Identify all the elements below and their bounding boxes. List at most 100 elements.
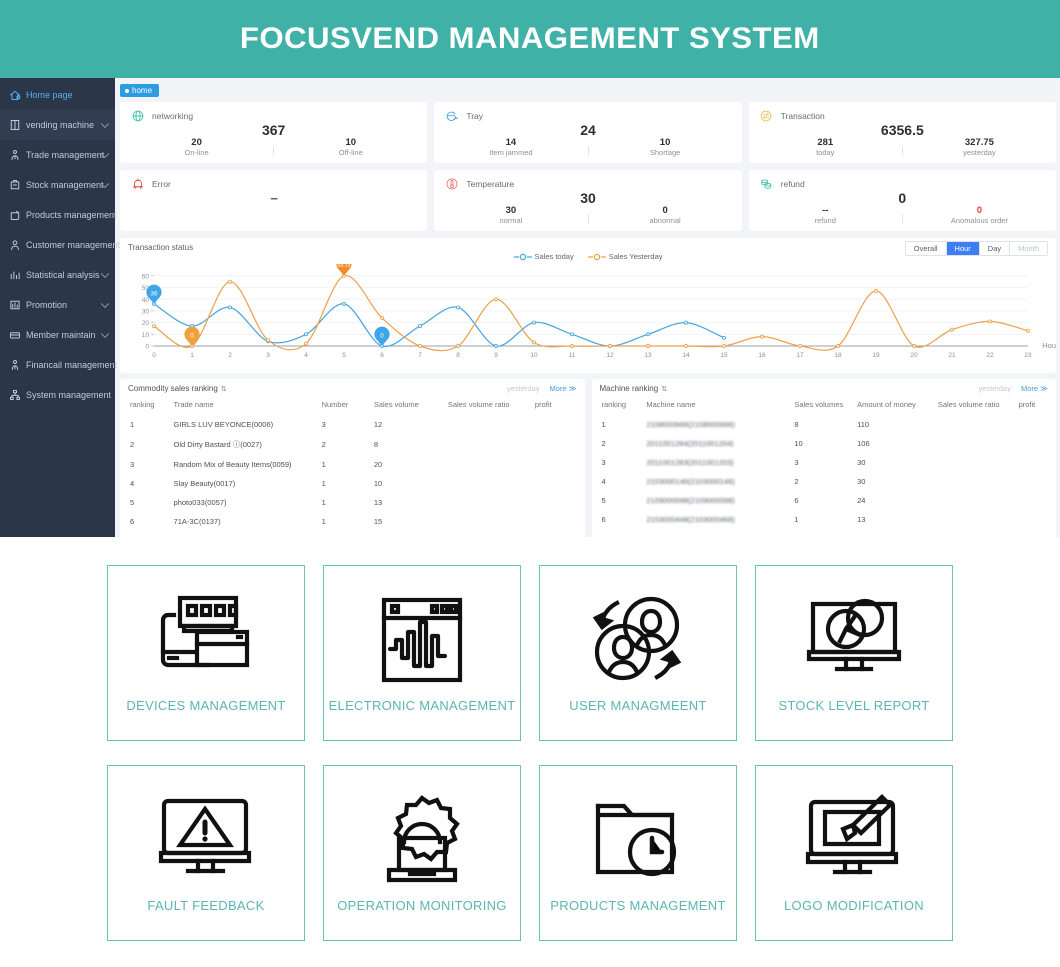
- table-cell: [1017, 491, 1048, 510]
- table-row[interactable]: 1 GIRLS LUV BEYONCE(0006) 3 12: [128, 415, 577, 434]
- table-cell: 20: [373, 460, 383, 469]
- legend-item-sales-yesterday[interactable]: Sales Yesterday: [587, 252, 663, 261]
- member-icon: [8, 329, 21, 342]
- stat-card-temperature[interactable]: Temperature 30 30 normal 0 abnormal: [434, 170, 742, 231]
- legend-marker-icon: [587, 253, 606, 260]
- table-cell: 24: [857, 496, 866, 505]
- table-cell: photo033(0057): [173, 498, 227, 507]
- shortcut-card-products-management[interactable]: PRODUCTS MANAGEMENT: [539, 765, 737, 941]
- svg-text:16: 16: [758, 352, 766, 359]
- table-cell: 1: [130, 420, 135, 429]
- table-row[interactable]: 5 photo033(0057) 1 13: [128, 493, 577, 512]
- devices-icon: [152, 582, 260, 698]
- table-cell: [1017, 453, 1048, 472]
- table-row[interactable]: 2 Old Dirty Bastard ⓘ(0027) 2 8: [128, 434, 577, 455]
- shortcut-card-electronic-management[interactable]: ELECTRONIC MANAGEMENT: [323, 565, 521, 741]
- table-row[interactable]: 3 Random Mix of Beauty Items(0059) 1 20: [128, 455, 577, 474]
- sidebar-item-stock-management[interactable]: Stock management: [0, 170, 115, 200]
- shortcut-card-operation-monitoring[interactable]: OPERATION MONITORING: [323, 765, 521, 941]
- shortcut-card-fault-feedback[interactable]: FAULT FEEDBACK: [107, 765, 305, 941]
- sidebar-item-home-page[interactable]: Home page: [0, 80, 115, 110]
- machine-yesterday-filter[interactable]: yesterday: [978, 384, 1011, 393]
- sidebar-item-system-management[interactable]: System management: [0, 380, 115, 410]
- svg-text:0: 0: [380, 332, 384, 339]
- machine-table-title: Machine ranking: [599, 384, 659, 393]
- table-cell: [936, 415, 1017, 434]
- customer-icon: [8, 239, 21, 252]
- machine-more-link[interactable]: More ≫: [1021, 384, 1048, 393]
- table-row[interactable]: 6 71A-3C(0137) 1 15: [128, 512, 577, 531]
- tab-home[interactable]: home: [120, 84, 160, 97]
- stat-card-error[interactable]: Error --: [120, 170, 428, 231]
- stat-card-transaction[interactable]: Transaction 6356.5 281 today 327.75 yest…: [748, 102, 1056, 163]
- shortcut-card-logo-modification[interactable]: LOGO MODIFICATION: [755, 765, 953, 941]
- table-row[interactable]: 5 2109000098(2109000098) 6 24: [600, 491, 1049, 510]
- shortcut-card-devices-management[interactable]: DEVICES MANAGEMENT: [107, 565, 305, 741]
- commodity-yesterday-filter[interactable]: yesterday: [507, 384, 540, 393]
- stat-card-refund[interactable]: refund 0 -- refund 0 Anomalous order: [748, 170, 1056, 231]
- commodity-table-header: Commodity sales ranking ⇅ yesterday More…: [128, 384, 577, 393]
- sort-icon[interactable]: ⇅: [661, 385, 667, 393]
- sidebar-item-member-maintain[interactable]: Member maintain: [0, 320, 115, 350]
- products-icon: [8, 209, 21, 222]
- app-shell: Home page vending machine Trade management…: [0, 78, 1060, 544]
- sidebar-item-vending-machine[interactable]: vending machine: [0, 110, 115, 140]
- commodity-more-link[interactable]: More ≫: [549, 384, 576, 393]
- chevron-down-icon[interactable]: [100, 269, 110, 279]
- commodity-sales-table: ranking Trade name Number Sales volume Sales…: [128, 397, 577, 531]
- stat-card-tray[interactable]: Tray 24 14 Item jammed 10 Shortage: [434, 102, 742, 163]
- stat-left-value: --: [822, 205, 829, 216]
- sidebar-item-trade-management[interactable]: Trade management: [0, 140, 115, 170]
- table-row[interactable]: 4 Slay Beauty(0017) 1 10: [128, 474, 577, 493]
- table-cell: [936, 453, 1017, 472]
- stat-right-value: 10: [345, 137, 357, 148]
- stat-card-networking[interactable]: networking 367 20 On-line 10 Off-line: [120, 102, 428, 163]
- finance-icon: [8, 359, 21, 372]
- table-row[interactable]: 2 2011001284(2011001204) 10 106: [600, 434, 1049, 453]
- table-cell: 6: [130, 517, 135, 526]
- column-header: Machine name: [646, 400, 696, 409]
- stat-left-key: refund: [814, 216, 836, 225]
- exchange-icon: [759, 108, 774, 123]
- sidebar-item-products-management[interactable]: Products management: [0, 200, 117, 230]
- thermometer-icon: [444, 176, 459, 191]
- table-row[interactable]: 6 2103000448(2103000468) 1 13: [600, 510, 1049, 529]
- stat-right: 0 abnormal: [589, 205, 742, 226]
- table-cell: [446, 474, 533, 493]
- stat-left-value: 281: [817, 137, 834, 148]
- sidebar-item-label: Stock management: [26, 180, 104, 190]
- table-cell: 3: [130, 460, 135, 469]
- sidebar-item-financail-management[interactable]: Financail management: [0, 350, 118, 380]
- table-cell: 1: [321, 460, 326, 469]
- stat-row-top: networking 367 20 On-line 10 Off-line Tr…: [120, 102, 1056, 163]
- svg-text:0: 0: [152, 352, 156, 359]
- chevron-down-icon[interactable]: [100, 299, 110, 309]
- table-cell: [533, 474, 577, 493]
- sidebar-item-label: Home page: [26, 90, 73, 100]
- table-row[interactable]: 1 2108000666(2108000666) 8 110: [600, 415, 1049, 434]
- stat-main-value: 0: [898, 190, 907, 206]
- shortcut-label: STOCK LEVEL REPORT: [778, 698, 930, 713]
- stat-main-value: --: [270, 190, 278, 205]
- chevron-down-icon[interactable]: [100, 329, 110, 339]
- sidebar-item-statistical-analysis[interactable]: Statistical analysis: [0, 260, 115, 290]
- sort-icon[interactable]: ⇅: [221, 385, 227, 393]
- table-row[interactable]: 3 2011001283(2011001203) 3 30: [600, 453, 1049, 472]
- sidebar-item-label: Financail management: [26, 360, 118, 370]
- table-cell: 2011001283(2011001203): [646, 458, 734, 467]
- stat-right-value: 10: [659, 137, 671, 148]
- promotion-icon: [8, 299, 21, 312]
- table-row[interactable]: 4 2103000146(2103000146) 2 30: [600, 472, 1049, 491]
- commodity-table-title: Commodity sales ranking: [128, 384, 218, 393]
- transaction-status-chart-panel: Transaction status Overall Hour Day Month S…: [120, 238, 1056, 373]
- chevron-down-icon[interactable]: [100, 119, 110, 129]
- sidebar-item-promotion[interactable]: Promotion: [0, 290, 115, 320]
- sidebar-item-customer-management[interactable]: Customer management: [0, 230, 120, 260]
- shortcut-card-stock-level-report[interactable]: STOCK LEVEL REPORT: [755, 565, 953, 741]
- stat-header: Tray: [444, 108, 731, 123]
- legend-item-sales-today[interactable]: Sales today: [513, 252, 574, 261]
- stat-left-key: today: [816, 148, 835, 157]
- svg-text:9: 9: [494, 352, 498, 359]
- svg-text:69.75: 69.75: [338, 264, 351, 269]
- shortcut-card-user-managmeent[interactable]: USER MANAGMEENT: [539, 565, 737, 741]
